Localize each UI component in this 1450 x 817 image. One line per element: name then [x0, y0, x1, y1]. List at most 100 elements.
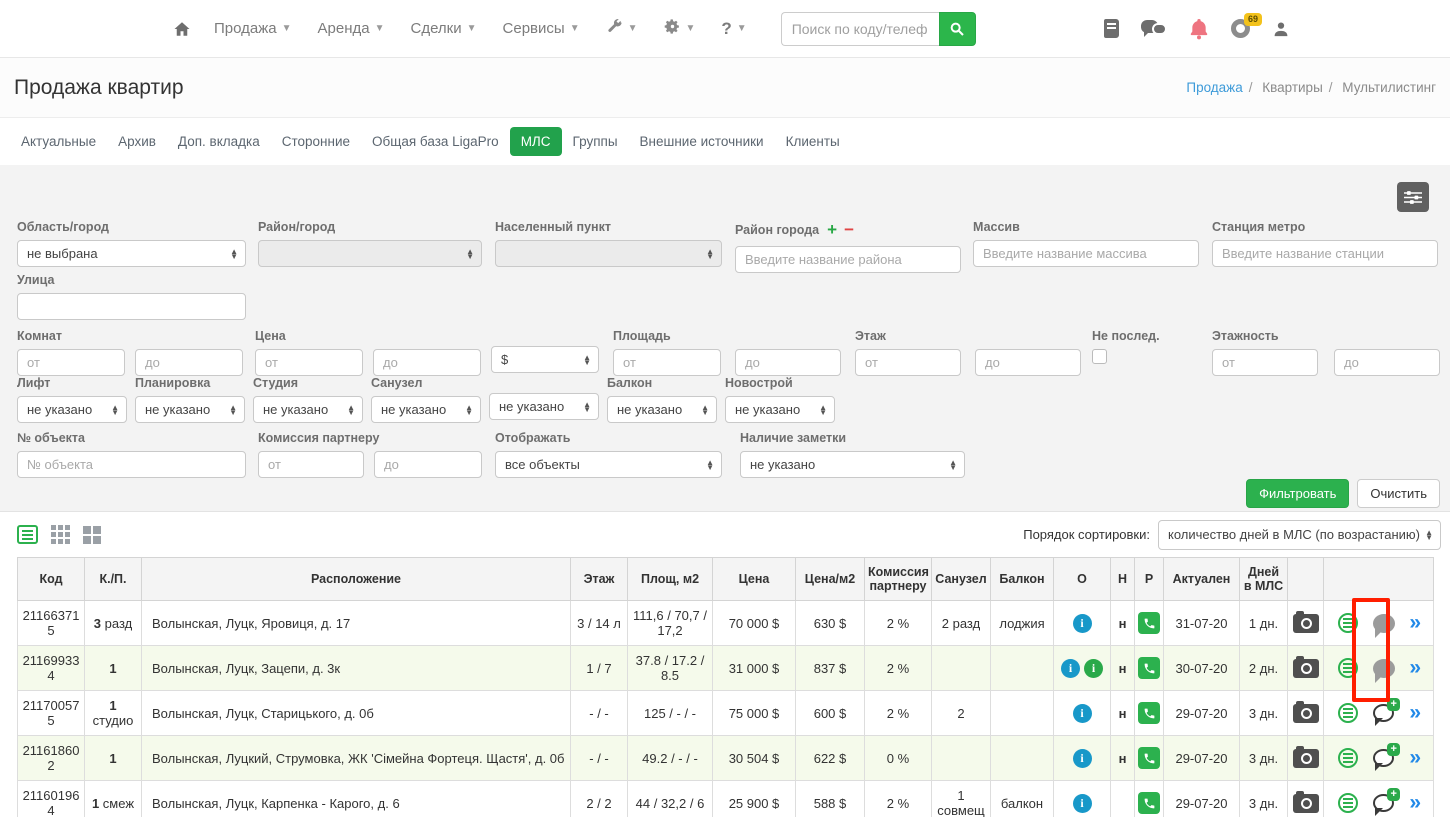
camera-icon[interactable]: [1293, 794, 1319, 813]
open-details-arrow[interactable]: »: [1409, 749, 1421, 767]
search-input[interactable]: [781, 12, 939, 46]
breadcrumb-sale[interactable]: Продажа: [1186, 80, 1242, 95]
bathroom-count-select[interactable]: не указано▲▼: [489, 393, 599, 420]
filter-button[interactable]: Фильтровать: [1246, 479, 1349, 508]
updates-counter-icon[interactable]: 69: [1231, 19, 1250, 38]
object-id-input[interactable]: [17, 451, 246, 478]
not-last-checkbox[interactable]: [1092, 349, 1107, 364]
studio-select[interactable]: не указано▲▼: [253, 396, 363, 423]
balcony-select[interactable]: не указано▲▼: [607, 396, 717, 423]
cell-location[interactable]: Волынская, Луцк, Карпенка - Карого, д. 6: [142, 781, 571, 817]
phone-icon[interactable]: [1138, 792, 1160, 814]
phone-icon[interactable]: [1138, 747, 1160, 769]
note-select[interactable]: не указано▲▼: [740, 451, 965, 478]
open-details-arrow[interactable]: »: [1409, 614, 1421, 632]
add-district-icon[interactable]: +: [827, 220, 837, 240]
tab-млс[interactable]: МЛС: [510, 127, 562, 156]
elevator-select[interactable]: не указано▲▼: [17, 396, 127, 423]
floors-total-to-input[interactable]: [1334, 349, 1440, 376]
tab-внешние-источники[interactable]: Внешние источники: [629, 127, 775, 156]
settings-menu[interactable]: ▼: [664, 18, 696, 39]
list-circle-icon[interactable]: [1338, 793, 1358, 813]
metro-input[interactable]: [1212, 240, 1438, 267]
display-select[interactable]: все объекты▲▼: [495, 451, 722, 478]
camera-icon[interactable]: [1293, 704, 1319, 723]
chat-icon[interactable]: [1373, 659, 1395, 678]
price-from-input[interactable]: [255, 349, 363, 376]
menu-sale[interactable]: Продажа▼: [214, 20, 292, 37]
list-circle-icon[interactable]: [1338, 703, 1358, 723]
list-view-icon[interactable]: [17, 525, 38, 544]
filter-settings-button[interactable]: [1397, 182, 1429, 212]
home-icon[interactable]: [172, 20, 192, 38]
phone-icon[interactable]: [1138, 657, 1160, 679]
street-input[interactable]: [17, 293, 246, 320]
phone-icon[interactable]: [1138, 702, 1160, 724]
info-icon[interactable]: i: [1073, 794, 1092, 813]
cell-location[interactable]: Волынская, Луцк, Старицького, д. 0б: [142, 691, 571, 736]
cell-location[interactable]: Волынская, Луцкий, Струмовка, ЖК 'Сімейн…: [142, 736, 571, 781]
sort-select[interactable]: количество дней в МЛС (по возрастанию)▲▼: [1158, 520, 1441, 550]
grid-large-view-icon[interactable]: [83, 526, 101, 544]
list-circle-icon[interactable]: [1338, 658, 1358, 678]
info-icon[interactable]: i: [1073, 749, 1092, 768]
camera-icon[interactable]: [1293, 614, 1319, 633]
settlement-select[interactable]: ▲▼: [495, 240, 722, 267]
menu-deals[interactable]: Сделки▼: [411, 20, 477, 37]
info-icon[interactable]: i: [1084, 659, 1103, 678]
profile-icon[interactable]: [1272, 20, 1290, 38]
tab-клиенты[interactable]: Клиенты: [775, 127, 851, 156]
info-icon[interactable]: i: [1073, 704, 1092, 723]
price-to-input[interactable]: [373, 349, 481, 376]
notifications-bell-icon[interactable]: [1189, 18, 1209, 40]
list-circle-icon[interactable]: [1338, 748, 1358, 768]
info-icon[interactable]: i: [1073, 614, 1092, 633]
cell-location[interactable]: Волынская, Луцк, Яровиця, д. 17: [142, 601, 571, 646]
chat-icon[interactable]: [1373, 614, 1395, 633]
region-select[interactable]: не выбрана▲▼: [17, 240, 246, 267]
camera-icon[interactable]: [1293, 659, 1319, 678]
commission-from-input[interactable]: [258, 451, 364, 478]
journal-icon[interactable]: [1104, 19, 1119, 38]
city-district-input[interactable]: [735, 246, 961, 273]
menu-rent[interactable]: Аренда▼: [318, 20, 385, 37]
tools-menu[interactable]: ▼: [606, 18, 638, 39]
chat-add-icon[interactable]: +: [1373, 794, 1394, 812]
grid-small-view-icon[interactable]: [51, 525, 70, 544]
area-to-input[interactable]: [735, 349, 841, 376]
tab-группы[interactable]: Группы: [562, 127, 629, 156]
phone-icon[interactable]: [1138, 612, 1160, 634]
floors-total-from-input[interactable]: [1212, 349, 1318, 376]
list-circle-icon[interactable]: [1338, 613, 1358, 633]
area-from-input[interactable]: [613, 349, 721, 376]
info-icon[interactable]: i: [1061, 659, 1080, 678]
bathroom-select[interactable]: не указано▲▼: [371, 396, 481, 423]
tab-архив[interactable]: Архив: [107, 127, 167, 156]
currency-select[interactable]: $▲▼: [491, 346, 599, 373]
clear-button[interactable]: Очистить: [1357, 479, 1440, 508]
massiv-input[interactable]: [973, 240, 1199, 267]
tab-общая-база-ligapro[interactable]: Общая база LigaPro: [361, 127, 510, 156]
new-building-select[interactable]: не указано▲▼: [725, 396, 835, 423]
floor-from-input[interactable]: [855, 349, 961, 376]
messages-icon[interactable]: [1141, 19, 1167, 39]
chat-add-icon[interactable]: +: [1373, 749, 1394, 767]
tab-актуальные[interactable]: Актуальные: [10, 127, 107, 156]
tab-доп-вкладка[interactable]: Доп. вкладка: [167, 127, 271, 156]
open-details-arrow[interactable]: »: [1409, 704, 1421, 722]
remove-district-icon[interactable]: −: [844, 220, 854, 240]
layout-select[interactable]: не указано▲▼: [135, 396, 245, 423]
district-select[interactable]: ▲▼: [258, 240, 482, 267]
chat-add-icon[interactable]: +: [1373, 704, 1394, 722]
cell-location[interactable]: Волынская, Луцк, Зацепи, д. 3к: [142, 646, 571, 691]
search-button[interactable]: [939, 12, 976, 46]
menu-services[interactable]: Сервисы▼: [503, 20, 580, 37]
open-details-arrow[interactable]: »: [1409, 659, 1421, 677]
camera-icon[interactable]: [1293, 749, 1319, 768]
help-menu[interactable]: ? ▼: [721, 19, 746, 39]
floor-to-input[interactable]: [975, 349, 1081, 376]
rooms-to-input[interactable]: [135, 349, 243, 376]
tab-сторонние[interactable]: Сторонние: [271, 127, 361, 156]
commission-to-input[interactable]: [374, 451, 482, 478]
open-details-arrow[interactable]: »: [1409, 794, 1421, 812]
